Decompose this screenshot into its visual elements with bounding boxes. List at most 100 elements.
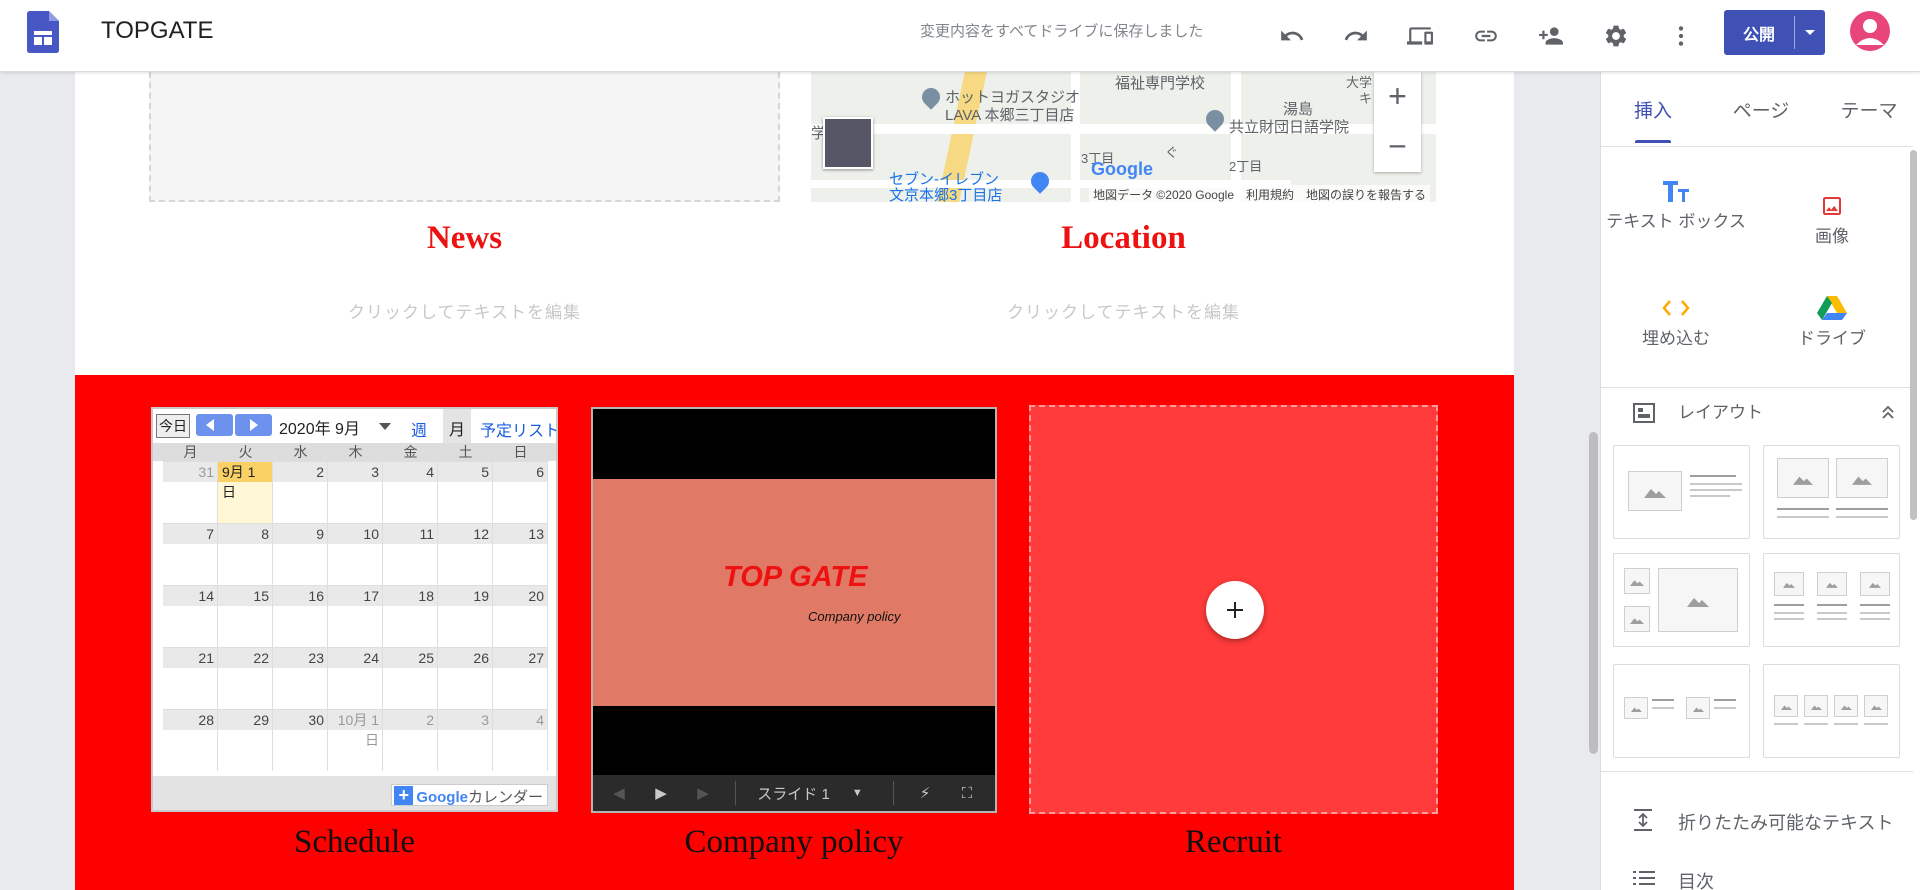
slide-selector[interactable]: スライド 1 ▼: [745, 775, 875, 811]
recruit-image-placeholder[interactable]: [1029, 405, 1438, 814]
publish-options-button[interactable]: [1795, 10, 1825, 55]
previous-slide-icon[interactable]: ◀: [605, 775, 633, 811]
calendar-day-cell[interactable]: 25: [383, 647, 438, 709]
layout-heading[interactable]: レイアウト: [1678, 398, 1763, 423]
tab-pages[interactable]: ページ: [1728, 96, 1794, 123]
calendar-month-label[interactable]: 2020年 9月: [279, 415, 360, 439]
layout-option[interactable]: [1763, 553, 1900, 647]
add-content-button[interactable]: [1206, 581, 1264, 639]
calendar-day-cell[interactable]: 5: [438, 461, 493, 523]
tab-themes[interactable]: テーマ: [1836, 96, 1902, 123]
calendar-day-cell[interactable]: 4: [493, 709, 548, 771]
calendar-day-cell[interactable]: 6: [493, 461, 548, 523]
calendar-day-cell[interactable]: 24: [328, 647, 383, 709]
calendar-view-month[interactable]: 月: [443, 409, 472, 443]
news-title[interactable]: News: [149, 220, 780, 257]
play-icon[interactable]: ▶: [647, 775, 675, 811]
news-text-placeholder[interactable]: クリックしてテキストを編集: [149, 298, 780, 323]
calendar-day-cell[interactable]: 3: [328, 461, 383, 523]
calendar-day-cell[interactable]: 31: [163, 461, 218, 523]
link-icon[interactable]: [1466, 16, 1506, 56]
calendar-day-cell[interactable]: 4: [383, 461, 438, 523]
layout-option[interactable]: [1613, 664, 1750, 758]
calendar-day-cell[interactable]: 17: [328, 585, 383, 647]
slides-logo-icon[interactable]: ⚡: [911, 775, 939, 811]
calendar-day-cell[interactable]: 9: [273, 523, 328, 585]
layout-option[interactable]: [1613, 553, 1750, 647]
publish-button[interactable]: 公開: [1724, 10, 1794, 55]
zoom-out-button[interactable]: −: [1374, 122, 1421, 172]
layout-option[interactable]: [1763, 445, 1900, 539]
insert-table-of-contents[interactable]: 目次: [1678, 868, 1714, 890]
insert-collapsible-text[interactable]: 折りたたみ可能なテキスト: [1678, 809, 1893, 835]
calendar-day-cell[interactable]: 18: [383, 585, 438, 647]
zoom-in-button[interactable]: +: [1374, 72, 1421, 122]
calendar-day-cell[interactable]: 15: [218, 585, 273, 647]
weekday-label: 火: [238, 444, 253, 460]
layout-option[interactable]: [1763, 664, 1900, 758]
collapse-icon[interactable]: [1881, 404, 1895, 420]
site-name[interactable]: TOPGATE: [101, 17, 213, 45]
calendar-day-cell[interactable]: 13: [493, 523, 548, 585]
calendar-day-cell[interactable]: 22: [218, 647, 273, 709]
insert-image[interactable]: 画像: [1757, 190, 1907, 246]
map-attribution[interactable]: 地図データ ©2020 Google 利用規約 地図の誤りを報告する: [1089, 185, 1430, 202]
calendar-day-cell[interactable]: 12: [438, 523, 493, 585]
location-title[interactable]: Location: [811, 220, 1436, 257]
calendar-day-cell[interactable]: 2: [383, 709, 438, 771]
company-policy-caption[interactable]: Company policy: [591, 824, 997, 861]
calendar-day-cell[interactable]: 29: [218, 709, 273, 771]
active-tab-indicator: [1635, 140, 1671, 143]
calendar-day-cell[interactable]: 23: [273, 647, 328, 709]
tab-insert[interactable]: 挿入: [1631, 96, 1675, 123]
calendar-day-cell[interactable]: 30: [273, 709, 328, 771]
chevron-down-icon[interactable]: [379, 423, 391, 436]
calendar-day-cell[interactable]: 14: [163, 585, 218, 647]
calendar-day-cell[interactable]: 10: [328, 523, 383, 585]
calendar-day-cell[interactable]: 2: [273, 461, 328, 523]
settings-icon[interactable]: [1596, 16, 1636, 56]
calendar-view-agenda[interactable]: 予定リスト: [480, 417, 556, 441]
calendar-day-cell[interactable]: 27: [493, 647, 548, 709]
panel-scrollbar[interactable]: [1910, 150, 1917, 520]
calendar-day-cell[interactable]: 28: [163, 709, 218, 771]
satellite-toggle[interactable]: [823, 117, 873, 169]
share-add-person-icon[interactable]: [1531, 16, 1571, 56]
more-vert-icon[interactable]: [1661, 16, 1701, 56]
fullscreen-icon[interactable]: ⛶: [953, 775, 981, 811]
calendar-day-cell[interactable]: 10月 1日: [328, 709, 383, 771]
calendar-day-cell[interactable]: 9月 1日: [218, 461, 273, 523]
calendar-next-icon[interactable]: [235, 414, 272, 436]
undo-icon[interactable]: [1272, 16, 1312, 56]
news-image-placeholder[interactable]: [149, 72, 780, 202]
insert-embed[interactable]: 埋め込む: [1601, 292, 1751, 348]
calendar-prev-icon[interactable]: [196, 414, 233, 436]
insert-textbox[interactable]: テキスト ボックス: [1601, 175, 1751, 231]
redo-icon[interactable]: [1336, 16, 1376, 56]
google-sites-logo-icon[interactable]: [27, 11, 59, 53]
add-to-google-calendar-button[interactable]: + Googleカレンダー: [391, 784, 548, 806]
avatar[interactable]: [1850, 11, 1890, 51]
calendar-day-cell[interactable]: 7: [163, 523, 218, 585]
calendar-day-cell[interactable]: 8: [218, 523, 273, 585]
calendar-day-cell[interactable]: 3: [438, 709, 493, 771]
next-slide-icon[interactable]: ▶: [689, 775, 717, 811]
embedded-google-calendar[interactable]: 今日 2020年 9月 週 月 予定リスト 月 火 水 木 金 土 日 31 9月…: [151, 407, 558, 812]
calendar-day-cell[interactable]: 19: [438, 585, 493, 647]
location-text-placeholder[interactable]: クリックしてテキストを編集: [811, 298, 1436, 323]
layout-option[interactable]: [1613, 445, 1750, 539]
calendar-day-cell[interactable]: 11: [383, 523, 438, 585]
location-map[interactable]: 学 福祉専門学校 ホットヨガスタジオ LAVA 本郷三丁目店 湯島 共立財団日語…: [811, 72, 1436, 202]
calendar-day-cell[interactable]: 26: [438, 647, 493, 709]
calendar-today-button[interactable]: 今日: [156, 414, 190, 438]
calendar-day-cell[interactable]: 21: [163, 647, 218, 709]
preview-devices-icon[interactable]: [1400, 16, 1440, 56]
embedded-google-slides[interactable]: TOP GATE Company policy ◀ ▶ ▶ スライド 1 ▼ ⚡ …: [591, 407, 997, 813]
schedule-caption[interactable]: Schedule: [151, 824, 558, 861]
recruit-caption[interactable]: Recruit: [1029, 824, 1438, 861]
calendar-day-cell[interactable]: 20: [493, 585, 548, 647]
calendar-view-week[interactable]: 週: [411, 417, 427, 441]
canvas-scrollbar[interactable]: [1589, 432, 1598, 754]
insert-drive[interactable]: ドライブ: [1757, 292, 1907, 348]
calendar-day-cell[interactable]: 16: [273, 585, 328, 647]
